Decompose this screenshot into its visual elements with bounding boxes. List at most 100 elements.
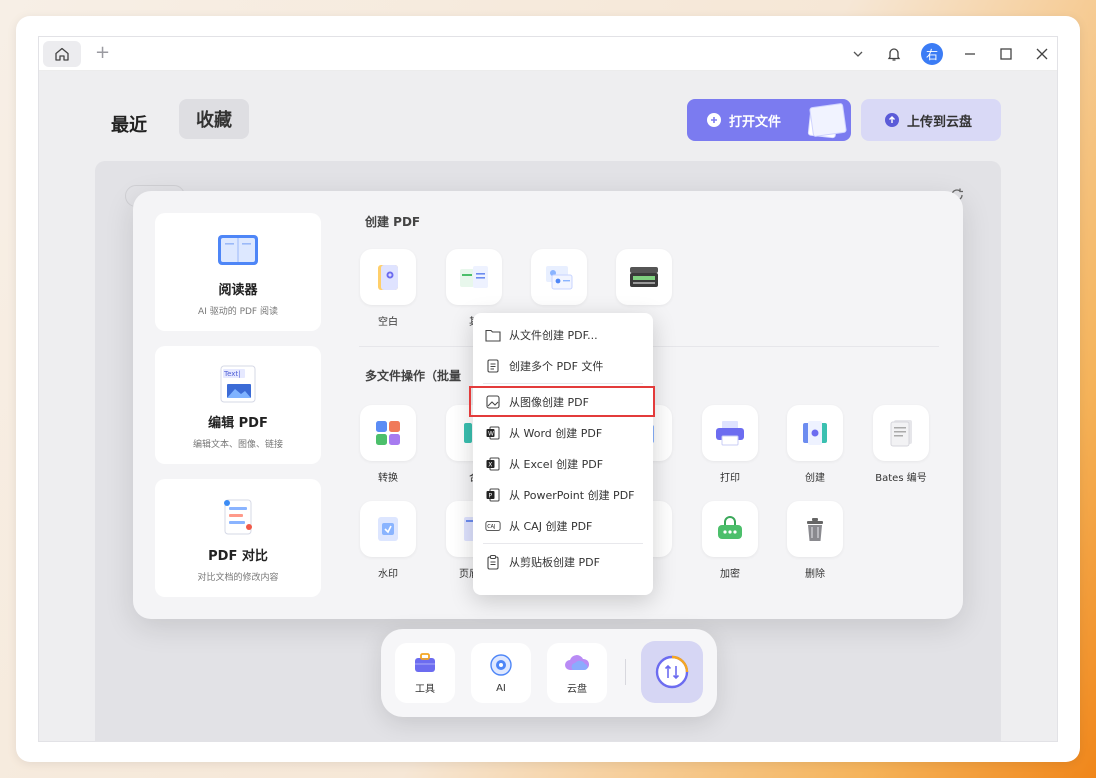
tab-favorites[interactable]: 收藏 [179,99,249,139]
dock-tools-button[interactable]: 工具 [395,643,455,703]
title-bar: + 右 [39,37,1057,71]
tools-panel: 阅读器 AI 驱动的 PDF 阅读 Text| 编辑 PDF 编辑文本、图像、链… [133,191,963,619]
dock-separator [625,659,626,685]
menu-item-label: 从 CAJ 创建 PDF [509,519,593,533]
bell-icon[interactable] [885,45,903,63]
plus-circle-icon [707,113,721,127]
home-tab[interactable] [43,41,81,67]
reader-icon [218,235,258,265]
menu-item-from-clipboard[interactable]: 从剪贴板创建 PDF [473,546,653,577]
tool-encrypt[interactable]: 加密 [695,501,765,580]
printer-icon [716,421,744,446]
tool-bates-label: Bates 编号 [875,473,927,484]
tool-watermark-label: 水印 [378,569,398,580]
edit-pdf-card[interactable]: Text| 编辑 PDF 编辑文本、图像、链接 [155,346,321,464]
menu-separator [483,383,643,384]
document-illustration [809,102,847,138]
maximize-icon[interactable] [997,45,1015,63]
create-doc-icon [803,421,827,445]
tool-blank[interactable]: 空白 [353,249,423,328]
dock-recent-button[interactable] [641,641,703,703]
other-format-icon [460,266,488,288]
tool-blank-label: 空白 [378,317,398,328]
minimize-icon[interactable] [961,45,979,63]
tool-print-label: 打印 [720,473,740,484]
tool-create-label: 创建 [805,473,825,484]
image-icon [485,394,501,410]
dock-cloud-label: 云盘 [567,683,587,695]
menu-item-label: 从图像创建 PDF [509,395,589,409]
menu-item-from-powerpoint[interactable]: P 从 PowerPoint 创建 PDF [473,479,653,510]
create-pdf-section-title: 创建 PDF [365,215,421,229]
pdf-compare-subtitle: 对比文档的修改内容 [197,573,279,583]
pdf-compare-card[interactable]: PDF 对比 对比文档的修改内容 [155,479,321,597]
user-avatar[interactable]: 右 [921,43,943,65]
tool-scan-id[interactable] [524,249,594,313]
menu-item-label: 从 Excel 创建 PDF [509,457,604,471]
tool-convert-label: 转换 [378,473,398,484]
menu-item-label: 从 Word 创建 PDF [509,426,603,440]
tool-watermark[interactable]: 水印 [353,501,423,580]
folder-icon [485,327,501,343]
svg-text:W: W [488,430,494,437]
menu-item-from-image[interactable]: 从图像创建 PDF [469,386,655,417]
svg-text:Text|: Text| [223,370,241,378]
tool-bates[interactable]: Bates 编号 [866,405,936,484]
dock-ai-button[interactable]: AI [471,643,531,703]
menu-item-label: 从文件创建 PDF... [509,328,598,342]
pdf-compare-title: PDF 对比 [208,549,268,564]
upload-arrow-icon [885,113,899,127]
ai-orb-icon [490,653,512,676]
cloud-icon [565,654,590,670]
toolbox-icon [415,652,435,672]
tool-print[interactable]: 打印 [695,405,765,484]
trash-icon [807,518,823,541]
menu-item-from-caj[interactable]: CAJ 从 CAJ 创建 PDF [473,510,653,541]
dock-cloud-button[interactable]: 云盘 [547,643,607,703]
upload-cloud-button[interactable]: 上传到云盘 [861,99,1001,141]
open-file-label: 打开文件 [729,114,782,130]
tool-create[interactable]: 创建 [780,405,850,484]
upload-cloud-label: 上传到云盘 [907,114,973,130]
chevron-down-icon[interactable] [849,45,867,63]
tab-recent[interactable]: 最近 [111,111,147,137]
new-tab-plus-icon[interactable]: + [95,42,110,63]
menu-item-multiple[interactable]: 创建多个 PDF 文件 [473,350,653,381]
tool-encrypt-label: 加密 [720,569,740,580]
convert-grid-icon [376,421,400,445]
clipboard-icon [485,554,501,570]
blank-doc-icon [378,265,398,290]
menu-item-from-excel[interactable]: X 从 Excel 创建 PDF [473,448,653,479]
close-icon[interactable] [1033,45,1051,63]
bates-doc-icon [890,420,912,447]
multi-doc-icon [485,358,501,374]
reader-card[interactable]: 阅读器 AI 驱动的 PDF 阅读 [155,213,321,331]
tool-convert[interactable]: 转换 [353,405,423,484]
edit-pdf-subtitle: 编辑文本、图像、链接 [192,440,283,450]
open-file-button[interactable]: 打开文件 [687,99,851,141]
reader-subtitle: AI 驱动的 PDF 阅读 [198,307,278,317]
excel-icon: X [485,456,501,472]
app-window: + 右 最近 收藏 打开文件 上传到云盘 阅读器 AI 驱动的 PDF 阅读 T… [38,36,1058,742]
svg-text:P: P [489,492,493,499]
svg-text:X: X [488,461,492,468]
dock-ai-label: AI [496,682,506,694]
tool-delete-label: 删除 [805,569,825,580]
word-icon: W [485,425,501,441]
create-pdf-dropdown-menu: 从文件创建 PDF... 创建多个 PDF 文件 从图像创建 PDF W 从 W… [469,313,655,595]
home-icon [55,47,69,61]
caj-icon: CAJ [485,518,501,534]
dock-tools-label: 工具 [415,683,435,695]
powerpoint-icon: P [485,487,501,503]
compare-icon [224,499,252,535]
tool-delete[interactable]: 删除 [780,501,850,580]
menu-item-from-word[interactable]: W 从 Word 创建 PDF [473,417,653,448]
edit-pdf-title: 编辑 PDF [208,416,268,431]
lock-icon [718,516,742,539]
bottom-dock: 工具 AI 云盘 [381,629,717,717]
menu-separator [483,543,643,544]
menu-item-label: 创建多个 PDF 文件 [509,359,604,373]
menu-item-from-file[interactable]: 从文件创建 PDF... [473,319,653,350]
menu-item-label: 从 PowerPoint 创建 PDF [509,488,635,502]
batch-section-title: 多文件操作（批量 [365,369,462,383]
